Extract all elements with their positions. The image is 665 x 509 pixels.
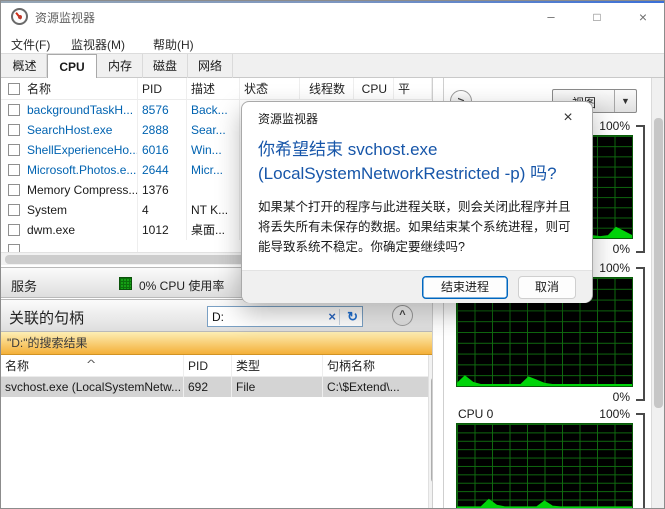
- handles-title: 关联的句柄: [9, 307, 84, 328]
- col-handle-type[interactable]: 类型: [232, 355, 323, 376]
- panel-vertical-scrollbar[interactable]: [651, 78, 664, 509]
- cancel-button[interactable]: 取消: [518, 276, 576, 299]
- dropdown-arrow-icon[interactable]: ▼: [614, 90, 636, 112]
- row-checkbox[interactable]: [8, 224, 20, 236]
- close-button[interactable]: ×: [627, 3, 659, 31]
- end-process-button[interactable]: 结束进程: [422, 276, 508, 299]
- col-desc[interactable]: 描述: [187, 78, 240, 99]
- handles-section-header: 关联的句柄 D: × ↻ ^: [1, 299, 432, 332]
- tab-network[interactable]: 网络: [188, 54, 233, 78]
- row-checkbox[interactable]: [8, 204, 20, 216]
- col-avg[interactable]: 平: [394, 78, 432, 99]
- menu-help[interactable]: 帮助(H): [147, 34, 200, 55]
- maximize-button[interactable]: □: [581, 3, 613, 31]
- handles-table: ^ 名称 PID 类型 句柄名称 svchost.exe (LocalSyste…: [1, 355, 428, 397]
- services-title: 服务: [11, 276, 37, 295]
- row-checkbox[interactable]: [8, 144, 20, 156]
- row-checkbox[interactable]: [8, 164, 20, 176]
- refresh-search-icon[interactable]: ↻: [347, 309, 358, 325]
- col-pid[interactable]: PID: [138, 78, 187, 99]
- scrollbar-thumb[interactable]: [654, 118, 663, 408]
- menu-monitor[interactable]: 监视器(M): [65, 34, 131, 55]
- graph-min-label: 0%: [586, 390, 630, 404]
- col-cpu[interactable]: CPU: [354, 78, 394, 99]
- row-checkbox[interactable]: [8, 244, 20, 252]
- dialog-footer: 结束进程 取消: [242, 270, 592, 303]
- cpu-led-icon: [119, 277, 132, 290]
- handle-row-selected[interactable]: svchost.exe (LocalSystemNetw... 692 File…: [1, 377, 428, 397]
- search-value: D:: [212, 310, 224, 324]
- row-checkbox[interactable]: [8, 124, 20, 136]
- col-name: 名称: [27, 78, 51, 99]
- row-checkbox[interactable]: [8, 184, 20, 196]
- graph-max-label: 100%: [586, 407, 630, 421]
- dialog-heading: 你希望结束 svchost.exe (LocalSystemNetworkRes…: [258, 138, 580, 186]
- graph-title: CPU 0: [458, 407, 493, 421]
- sort-caret-icon: ^: [260, 78, 268, 97]
- process-table-header[interactable]: 名称 PID 描述 ^ 状态 线程数 CPU 平: [1, 78, 432, 100]
- services-cpu-usage: 0% CPU 使用率: [139, 277, 224, 294]
- search-result-banner: "D:"的搜索结果: [1, 332, 432, 355]
- graph-bracket: [636, 413, 645, 509]
- tab-overview[interactable]: 概述: [3, 54, 47, 78]
- dialog-close-icon[interactable]: ×: [556, 106, 580, 130]
- menu-bar: 文件(F) 监视器(M) 帮助(H): [1, 31, 664, 53]
- app-gauge-icon: [11, 8, 28, 25]
- col-handle-path[interactable]: 句柄名称: [323, 355, 423, 376]
- menu-file[interactable]: 文件(F): [5, 34, 56, 55]
- col-status[interactable]: ^ 状态: [240, 78, 300, 99]
- tab-memory[interactable]: 内存: [98, 54, 143, 78]
- resource-monitor-window: 资源监视器 – □ × 文件(F) 监视器(M) 帮助(H) 概述 CPU 内存…: [0, 0, 665, 509]
- window-title: 资源监视器: [35, 9, 95, 26]
- dialog-body-text: 如果某个打开的程序与此进程关联，则会关闭此程序并且将丢失所有未保存的数据。如果结…: [258, 197, 580, 257]
- clear-search-icon[interactable]: ×: [328, 309, 336, 324]
- title-bar[interactable]: 资源监视器 – □ ×: [1, 3, 664, 31]
- graph-bracket: [636, 125, 645, 253]
- handle-search-input[interactable]: D: × ↻: [207, 306, 363, 327]
- sort-caret-icon: ^: [87, 355, 95, 374]
- tab-bar: 概述 CPU 内存 磁盘 网络: [1, 53, 664, 78]
- minimize-button[interactable]: –: [535, 3, 567, 31]
- col-handle-name[interactable]: ^ 名称: [1, 355, 184, 376]
- tab-disk[interactable]: 磁盘: [143, 54, 188, 78]
- cpu-graph: [456, 423, 633, 509]
- select-all-checkbox[interactable]: [8, 83, 20, 95]
- tab-cpu[interactable]: CPU: [47, 54, 97, 79]
- col-threads[interactable]: 线程数: [300, 78, 354, 99]
- end-process-dialog: 资源监视器 × 你希望结束 svchost.exe (LocalSystemNe…: [241, 101, 593, 303]
- handles-table-header[interactable]: ^ 名称 PID 类型 句柄名称: [1, 355, 428, 377]
- row-checkbox[interactable]: [8, 104, 20, 116]
- col-handle-pid[interactable]: PID: [184, 355, 232, 376]
- graph-bracket: [636, 267, 645, 401]
- search-divider: [339, 309, 340, 325]
- dialog-title: 资源监视器: [258, 110, 318, 127]
- collapse-section-button[interactable]: ^: [392, 305, 413, 326]
